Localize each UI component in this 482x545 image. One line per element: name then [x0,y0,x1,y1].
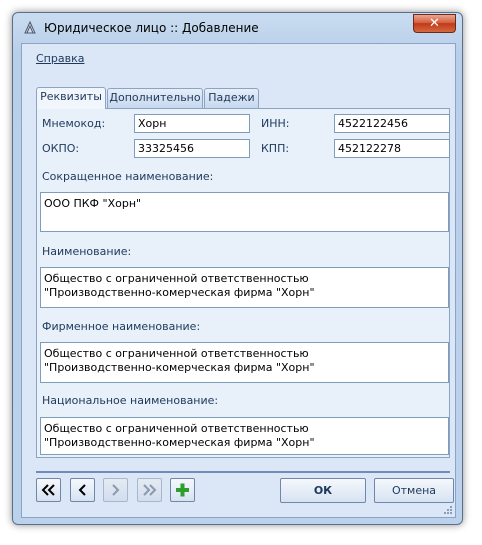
next-record-button[interactable] [103,478,128,502]
okpo-field[interactable]: 33325456 [134,139,250,158]
kpp-field[interactable]: 452122278 [334,139,450,158]
short-name-label: Сокращенное наименование: [42,170,214,183]
bottom-separator [36,471,450,473]
last-record-button[interactable] [137,478,162,502]
first-record-icon [41,484,55,496]
prev-record-icon [78,484,86,496]
name-label: Наименование: [42,245,132,258]
last-record-icon [143,484,157,496]
okpo-label: ОКПО: [42,142,80,155]
next-record-icon [112,484,120,496]
inn-label: ИНН: [261,117,290,130]
national-name-field[interactable]: Общество с ограниченной ответственностью… [40,417,449,455]
firm-name-label: Фирменное наименование: [42,320,201,333]
dialog-client: Справка Реквизиты Дополнительно Падежи М… [21,43,456,518]
firm-name-field[interactable]: Общество с ограниченной ответственностью… [40,342,449,383]
national-name-label: Национальное наименование: [42,394,219,407]
dialog-window: Юридическое лицо :: Добавление ✕ Справка… [12,12,463,525]
ok-button[interactable]: ОК [280,478,366,503]
add-icon [176,483,189,497]
mnemocode-label: Мнемокод: [42,117,106,130]
tab-requisites[interactable]: Реквизиты [36,87,106,109]
short-name-field[interactable]: ООО ПКФ "Хорн" [40,192,449,232]
tab-additional[interactable]: Дополнительно [107,88,203,108]
app-icon [24,20,36,34]
resize-grip-icon[interactable] [443,505,453,515]
prev-record-button[interactable] [70,478,95,502]
window-title: Юридическое лицо :: Добавление [44,21,259,35]
mnemocode-field[interactable]: Хорн [134,114,250,133]
kpp-label: КПП: [261,142,290,155]
cancel-button[interactable]: Отмена [374,478,454,503]
inn-field[interactable]: 4522122456 [334,114,450,133]
close-button[interactable]: ✕ [413,14,456,33]
tab-cases[interactable]: Падежи [204,88,259,108]
add-button[interactable] [170,478,195,502]
title-bar[interactable]: Юридическое лицо :: Добавление ✕ [13,13,462,43]
tab-panel-requisites: Мнемокод: Хорн ИНН: 4522122456 ОКПО: 333… [36,108,450,458]
menu-help[interactable]: Справка [36,52,84,65]
name-field[interactable]: Общество с ограниченной ответственностью… [40,267,449,308]
first-record-button[interactable] [36,478,61,502]
